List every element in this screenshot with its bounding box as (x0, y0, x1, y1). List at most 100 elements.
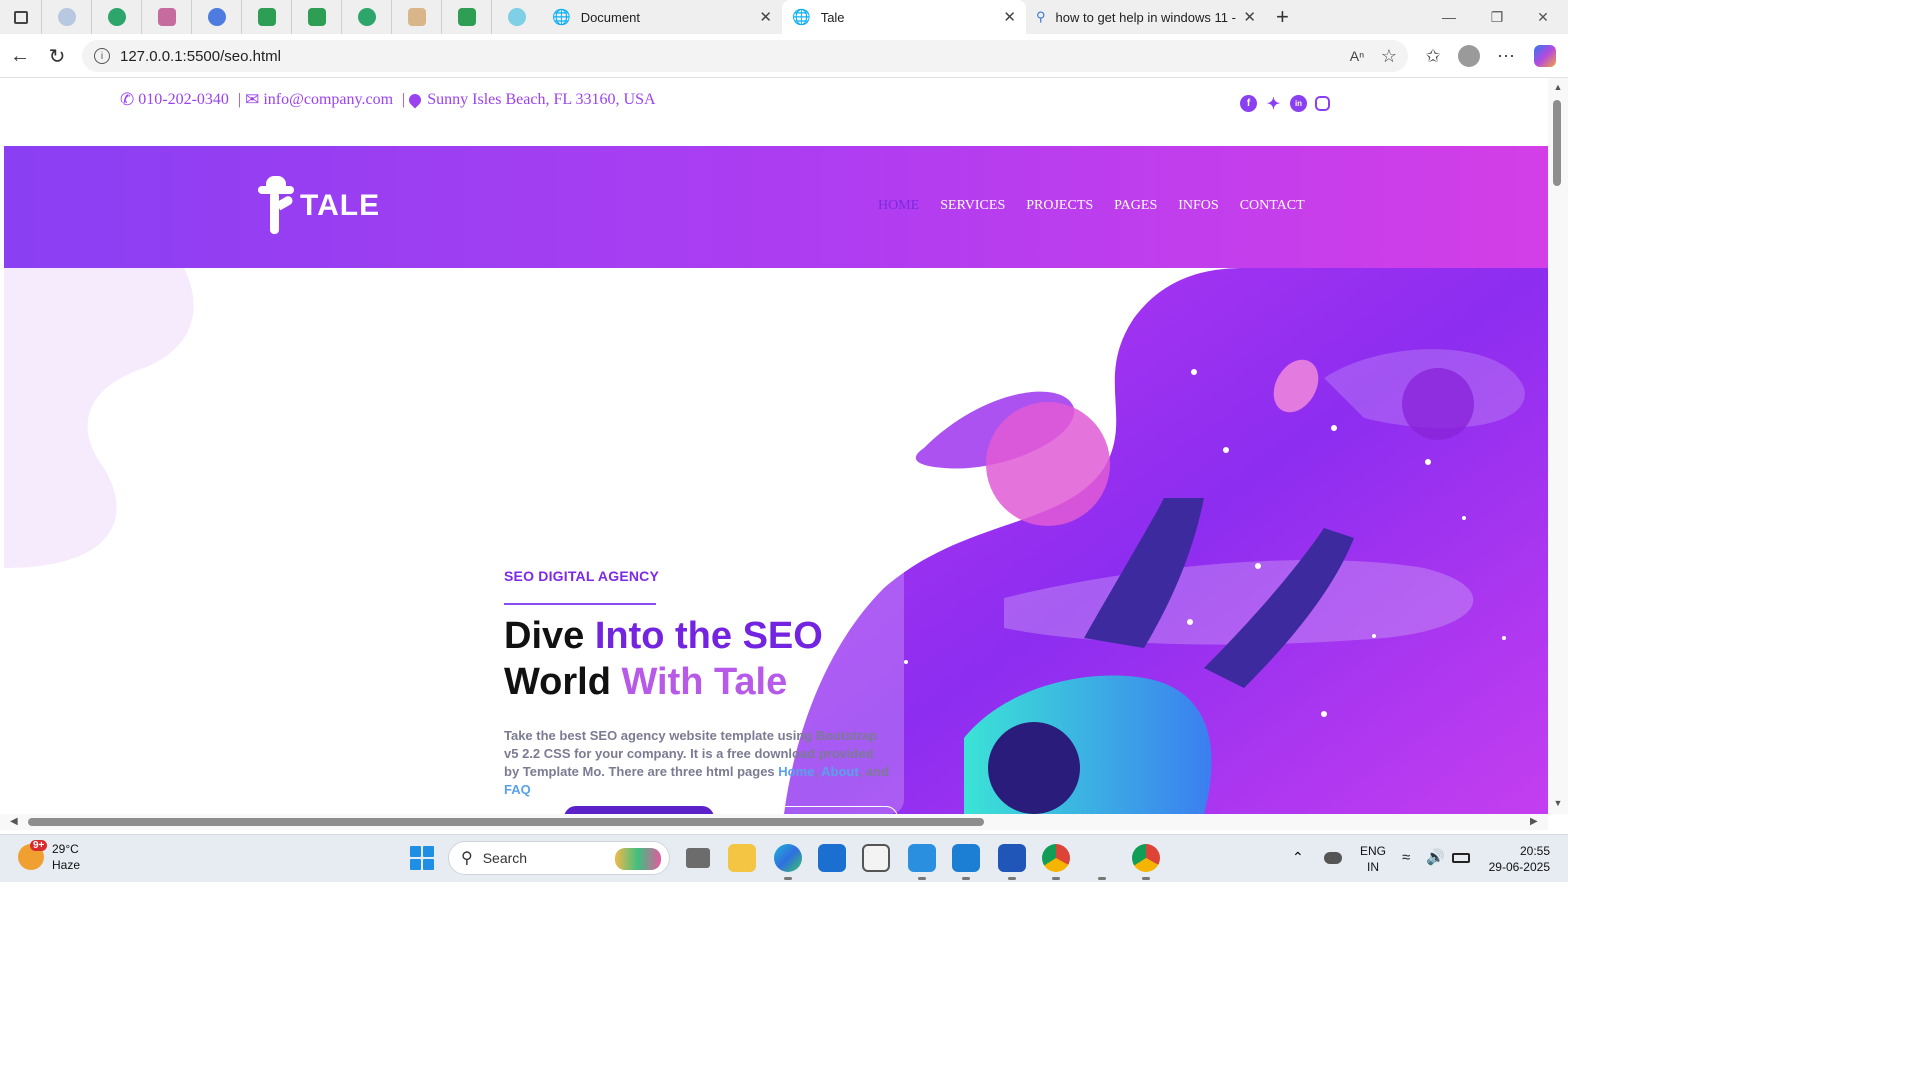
vertical-scrollbar[interactable]: ▲ ▼ (1548, 78, 1568, 814)
hero-secondary-button[interactable] (748, 806, 898, 814)
scroll-up-icon[interactable]: ▲ (1552, 82, 1564, 92)
info-icon[interactable]: i (94, 48, 110, 64)
running-indicator (1052, 877, 1060, 880)
back-button[interactable]: ← (6, 42, 34, 70)
outlook-icon[interactable] (818, 844, 846, 872)
instagram-icon[interactable] (1315, 96, 1330, 111)
browser-tab-bar: 🌐 Document ✕ 🌐 Tale ✕ ⚲ how to get help … (0, 0, 1568, 34)
search-icon: ⚲ (1036, 9, 1046, 24)
tab-document[interactable]: 🌐 Document ✕ (542, 0, 782, 34)
tab-actions-button[interactable] (0, 0, 42, 34)
vscode-icon[interactable] (952, 844, 980, 872)
language-indicator[interactable]: ENG IN (1360, 843, 1386, 875)
nav-item-contact[interactable]: CONTACT (1240, 198, 1305, 214)
pinned-tab[interactable] (42, 0, 92, 34)
phone-text[interactable]: 010-202-0340 (138, 91, 229, 109)
link-faq[interactable]: FAQ (504, 782, 531, 797)
notification-badge: 9+ (30, 840, 48, 851)
weather-icon: 9+ (18, 840, 48, 870)
word-icon[interactable] (998, 844, 1026, 872)
close-tab-icon[interactable]: ✕ (1003, 8, 1016, 26)
pinned-tab[interactable] (242, 0, 292, 34)
nav-item-projects[interactable]: PROJECTS (1026, 198, 1093, 214)
horizontal-scrollbar[interactable]: ◀ ▶ (0, 814, 1548, 830)
hero-primary-button[interactable] (564, 806, 714, 814)
favorites-button[interactable]: ✩ (1420, 43, 1446, 69)
facebook-icon[interactable]: f (1240, 95, 1257, 112)
refresh-button[interactable]: ↻ (43, 42, 71, 70)
wifi-icon[interactable]: ≈ (1402, 849, 1410, 866)
globe-icon: 🌐 (792, 9, 811, 26)
chevron-up-icon[interactable]: ⌃ (1292, 849, 1304, 866)
onedrive-icon[interactable] (1324, 852, 1342, 864)
task-view-icon[interactable] (686, 848, 710, 868)
chrome-icon[interactable] (1132, 844, 1160, 872)
plus-icon: + (1276, 4, 1289, 29)
pinned-tab[interactable] (192, 0, 242, 34)
clock-time: 20:55 (1519, 844, 1550, 858)
store-icon[interactable] (862, 844, 890, 872)
scroll-left-icon[interactable]: ◀ (10, 816, 18, 827)
phone-icon: ✆ (120, 90, 135, 109)
taskbar-search[interactable]: ⚲ Search (448, 841, 670, 875)
scroll-down-icon[interactable]: ▼ (1552, 798, 1564, 808)
taskbar: 9+ 29°C Haze ⚲ Search ⌃ ENG IN ≈ 🔊 20:55… (0, 834, 1568, 882)
windows-logo-icon (423, 859, 434, 870)
linkedin-icon[interactable]: in (1290, 95, 1307, 112)
pinned-tab[interactable] (442, 0, 492, 34)
site-logo[interactable]: TALE (258, 176, 380, 236)
tab-favicon-icon (107, 8, 126, 26)
profile-button[interactable] (1456, 43, 1482, 69)
nav-item-infos[interactable]: INFOS (1178, 198, 1218, 214)
copilot-button[interactable] (1532, 43, 1558, 69)
address-bar[interactable]: i 127.0.0.1:5500/seo.html (82, 40, 1408, 72)
scroll-right-icon[interactable]: ▶ (1530, 816, 1538, 827)
read-aloud-button[interactable]: Aⁿ (1344, 43, 1370, 69)
tab-search[interactable]: ⚲ how to get help in windows 11 - S ✕ (1026, 0, 1266, 34)
nav-item-pages[interactable]: PAGES (1114, 198, 1157, 214)
chrome-profile-icon[interactable] (1042, 844, 1070, 872)
battery-icon[interactable] (1452, 853, 1470, 863)
close-window-button[interactable]: ✕ (1520, 0, 1566, 34)
link-about[interactable]: About (821, 764, 859, 779)
running-indicator (784, 877, 792, 880)
volume-icon[interactable]: 🔊 (1426, 848, 1445, 866)
favorite-button[interactable]: ☆ (1376, 43, 1402, 69)
nav-item-services[interactable]: SERVICES (940, 198, 1005, 214)
photos-icon[interactable] (908, 844, 936, 872)
pinned-tab[interactable] (292, 0, 342, 34)
start-button[interactable] (410, 846, 434, 870)
url-text[interactable]: 127.0.0.1:5500/seo.html (120, 48, 281, 65)
file-explorer-icon[interactable] (728, 844, 756, 872)
tab-favicon-icon (257, 8, 276, 26)
weather-widget[interactable]: 9+ 29°C Haze (18, 840, 80, 873)
system-clock[interactable]: 20:55 29-06-2025 (1484, 843, 1550, 875)
minimize-button[interactable]: — (1426, 0, 1472, 34)
scroll-thumb[interactable] (28, 818, 984, 826)
close-tab-icon[interactable]: ✕ (759, 8, 772, 26)
pinned-tab[interactable] (92, 0, 142, 34)
scroll-thumb[interactable] (1553, 100, 1561, 186)
refresh-icon: ↻ (48, 45, 66, 68)
pinned-tab[interactable] (392, 0, 442, 34)
pinned-tab[interactable] (342, 0, 392, 34)
pinned-tab[interactable] (142, 0, 192, 34)
read-aloud-icon: Aⁿ (1349, 48, 1365, 64)
star-icon: ☆ (1380, 45, 1398, 66)
new-tab-button[interactable]: + (1266, 0, 1299, 34)
search-icon: ⚲ (461, 850, 473, 867)
edge-icon[interactable] (774, 844, 802, 872)
close-tab-icon[interactable]: ✕ (1239, 8, 1256, 26)
favorites-icon: ✩ (1425, 45, 1441, 66)
tab-tale[interactable]: 🌐 Tale ✕ (782, 0, 1026, 34)
hero-divider (504, 603, 656, 605)
nav-item-home[interactable]: HOME (878, 198, 919, 214)
pinned-tab[interactable] (492, 0, 542, 34)
link-home[interactable]: Home (778, 764, 814, 779)
email-text[interactable]: info@company.com (263, 91, 393, 109)
hero-text-block: SEO DIGITAL AGENCY Dive Into the SEO Wor… (504, 568, 904, 799)
more-button[interactable]: ⋯ (1493, 43, 1519, 69)
restore-button[interactable]: ❐ (1474, 0, 1520, 34)
twitter-icon[interactable]: ✦ (1265, 95, 1282, 113)
search-placeholder: Search (482, 850, 528, 866)
